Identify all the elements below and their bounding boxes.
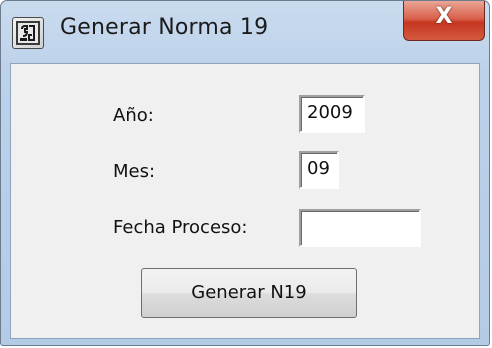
app-icon[interactable] xyxy=(12,17,44,49)
fecha-proceso-label: Fecha Proceso: xyxy=(113,217,248,238)
generar-n19-button[interactable]: Generar N19 xyxy=(141,268,357,318)
mes-label: Mes: xyxy=(113,161,156,182)
mes-input[interactable]: 09 xyxy=(299,151,339,189)
close-button[interactable]: X xyxy=(403,1,485,41)
anio-input[interactable]: 2009 xyxy=(299,95,365,133)
anio-label: Año: xyxy=(113,105,154,126)
fecha-proceso-input[interactable] xyxy=(299,209,421,247)
window-title: Generar Norma 19 xyxy=(60,15,269,40)
dialog-body: Año: 2009 Mes: 09 Fecha Proceso: Generar… xyxy=(10,63,480,339)
dialog-window: Generar Norma 19 X Año: 2009 Mes: 09 Fec… xyxy=(0,0,490,346)
close-icon: X xyxy=(435,4,453,29)
